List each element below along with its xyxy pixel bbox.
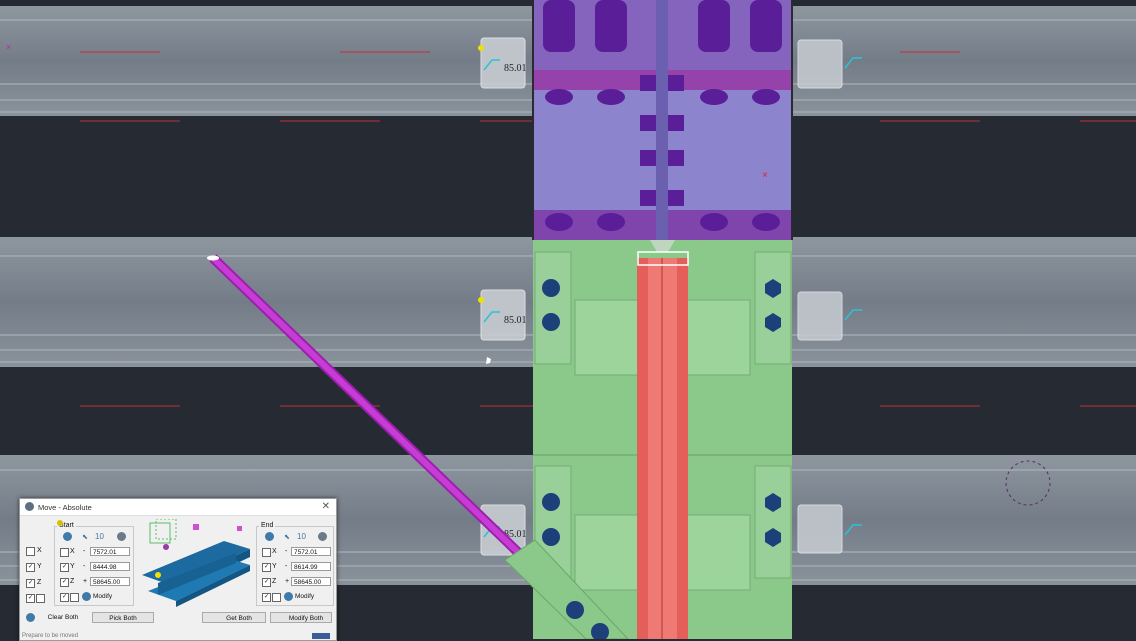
cross-marker: × [762, 170, 768, 181]
clear-both-icon [26, 613, 35, 622]
end-x-sign: - [285, 548, 288, 555]
side-axis-label: Z [37, 579, 42, 586]
end-y-label: Y [272, 563, 277, 570]
start-z-sign: + [83, 578, 88, 585]
corner-marker: × [6, 42, 11, 52]
clear-end-icon[interactable] [318, 532, 327, 541]
get-both-button[interactable]: Get Both [202, 612, 266, 623]
end-x-field[interactable]: 7572.01 [291, 547, 331, 556]
end-modify-button[interactable]: Modify [295, 591, 329, 602]
clear-both-button[interactable]: Clear Both [37, 612, 89, 623]
start-y-field[interactable]: 8444.98 [90, 562, 130, 571]
end-z-checkbox[interactable]: ✓ [262, 578, 271, 587]
start-marker-icon [57, 520, 63, 526]
end-y-checkbox[interactable]: ✓ [262, 563, 271, 572]
side-axis-checkbox-x[interactable] [26, 547, 35, 556]
end-all-checkbox-b[interactable] [272, 593, 281, 602]
pick-cursor-icon[interactable]: ⬉ [284, 533, 290, 541]
end-z-sign: + [285, 578, 290, 585]
start-modify-icon [82, 592, 91, 601]
end-pick-value: 10 [297, 532, 306, 541]
pick-cursor-icon[interactable]: ⬉ [82, 533, 88, 541]
dimension-label: 85.01 [504, 315, 527, 326]
dialog-titlebar[interactable]: Move - Absolute ✕ [20, 499, 336, 516]
dialog-title: Move - Absolute [38, 503, 92, 512]
start-y-label: Y [70, 563, 75, 570]
end-z-field[interactable]: 58645.00 [291, 577, 331, 586]
pick-both-button[interactable]: Pick Both [92, 612, 154, 623]
start-x-label: X [70, 548, 75, 555]
clear-start-icon[interactable] [117, 532, 126, 541]
dimension-label: 85.01 [504, 63, 527, 74]
side-checkbox-all-a[interactable]: ✓ [26, 594, 35, 603]
start-group: Start ⬉ 10 X - 7572.01 ✓ Y - 8444.98 ✓ Z… [54, 520, 134, 606]
end-group-label: End [259, 522, 276, 529]
start-y-checkbox[interactable]: ✓ [60, 563, 69, 572]
move-icon [25, 502, 34, 511]
get-point-icon[interactable] [63, 532, 72, 541]
start-pick-value: 10 [95, 532, 104, 541]
side-axis-label: X [37, 547, 42, 554]
start-y-sign: - [83, 563, 86, 570]
end-x-label: X [272, 548, 277, 555]
start-modify-button[interactable]: Modify [93, 591, 129, 602]
move-absolute-dialog: Move - Absolute ✕ X ✓ Y ✓ Z ✓ Start ⬉ 10… [19, 498, 337, 641]
end-x-checkbox[interactable] [262, 548, 271, 557]
start-all-checkbox-b[interactable] [70, 593, 79, 602]
side-axis-checkbox-z[interactable]: ✓ [26, 579, 35, 588]
modify-both-button[interactable]: Modify Both [270, 612, 332, 623]
status-text: Prepare to be moved [22, 633, 79, 639]
end-all-checkbox-a[interactable]: ✓ [262, 593, 271, 602]
start-z-checkbox[interactable]: ✓ [60, 578, 69, 587]
start-z-field[interactable]: 58645.00 [90, 577, 130, 586]
side-axis-checkbox-y[interactable]: ✓ [26, 563, 35, 572]
side-checkbox-all-b[interactable] [36, 594, 45, 603]
end-z-label: Z [272, 578, 277, 585]
start-z-label: Z [70, 578, 75, 585]
end-y-field[interactable]: 8614.99 [291, 562, 331, 571]
cad-viewport[interactable]: 85.01 85.01 85.01 × × Move - Absolute ✕ … [0, 0, 1136, 641]
end-y-sign: - [285, 563, 288, 570]
status-layer-icon[interactable] [312, 633, 330, 639]
beam-preview-image [142, 519, 250, 607]
end-group: End ⬉ 10 X - 7572.01 ✓ Y - 8614.99 ✓ Z +… [256, 522, 334, 606]
close-icon[interactable]: ✕ [322, 501, 330, 512]
start-x-checkbox[interactable] [60, 548, 69, 557]
start-x-field[interactable]: 7572.01 [90, 547, 130, 556]
end-modify-icon [284, 592, 293, 601]
start-all-checkbox-a[interactable]: ✓ [60, 593, 69, 602]
start-x-sign: - [83, 548, 86, 555]
get-point-icon[interactable] [265, 532, 274, 541]
side-axis-label: Y [37, 563, 42, 570]
